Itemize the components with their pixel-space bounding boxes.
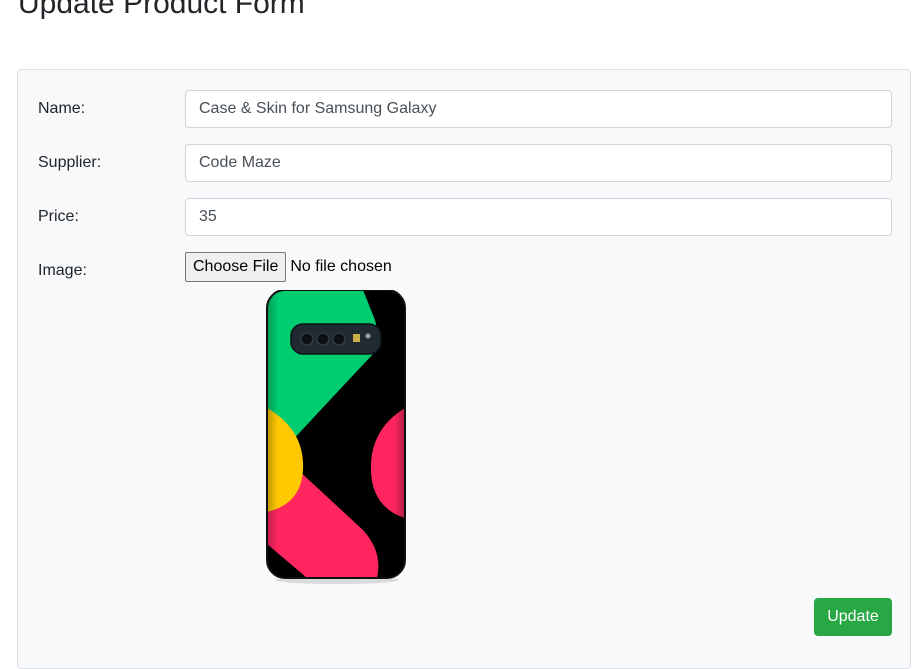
- phone-case-image: [185, 289, 485, 585]
- name-row: Name:: [38, 90, 892, 128]
- image-row: Image: Choose File No file chosen: [38, 252, 891, 290]
- supplier-label: Supplier:: [38, 154, 102, 171]
- name-input[interactable]: [185, 90, 892, 128]
- update-button[interactable]: Update: [814, 598, 892, 636]
- camera-lens-2: [316, 332, 330, 346]
- page-title: Update Product Form: [18, 0, 305, 20]
- camera-lens-1: [300, 332, 314, 346]
- camera-sensor: [365, 333, 371, 339]
- choose-file-button[interactable]: Choose File: [185, 252, 287, 282]
- price-row: Price:: [38, 198, 892, 236]
- name-label: Name:: [38, 100, 86, 117]
- product-form: Name: Supplier: Price: Image: Choose Fil…: [17, 69, 911, 669]
- image-label: Image:: [38, 262, 87, 279]
- file-input[interactable]: Choose File No file chosen: [185, 252, 392, 282]
- file-status-text: No file chosen: [290, 258, 392, 275]
- camera-lens-3: [332, 332, 346, 346]
- supplier-row: Supplier:: [38, 144, 892, 182]
- supplier-input[interactable]: [185, 144, 892, 182]
- price-input[interactable]: [185, 198, 892, 236]
- product-image: [185, 289, 485, 585]
- price-label: Price:: [38, 208, 79, 225]
- camera-flash: [353, 334, 360, 342]
